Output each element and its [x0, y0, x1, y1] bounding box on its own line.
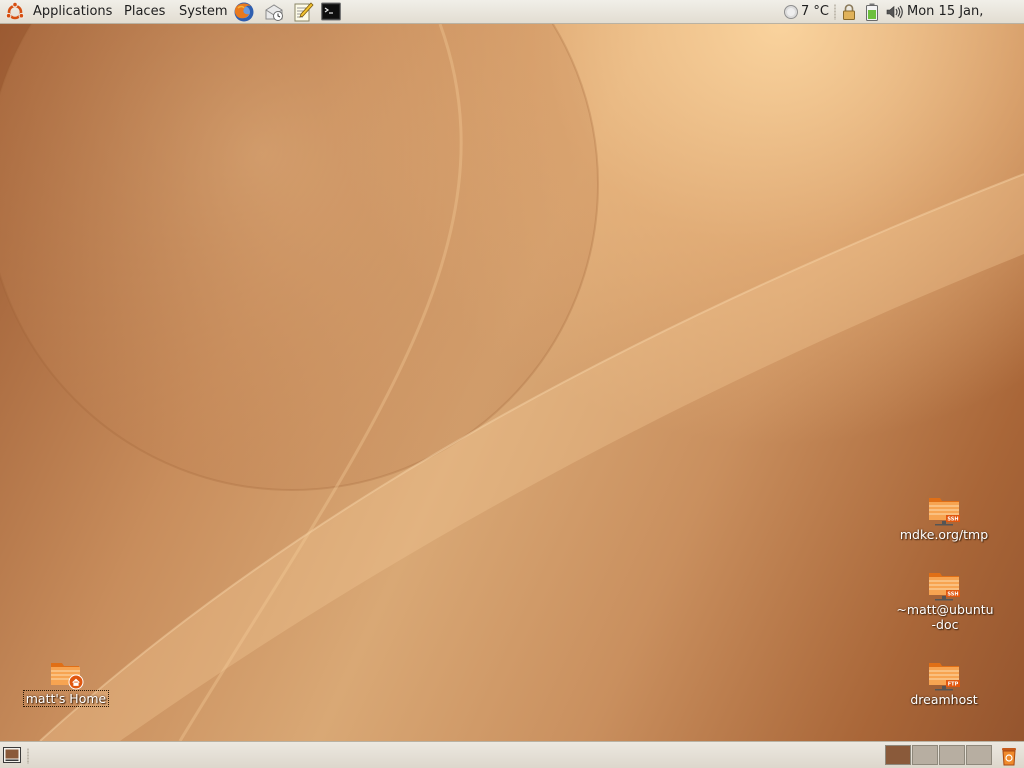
- desktop-icon-label: mdke.org/tmp: [899, 527, 989, 542]
- evolution-mail-icon[interactable]: [263, 1, 285, 23]
- desktop[interactable]: matt's Home SSH mdke.org/tmp SSH ~matt@u…: [0, 24, 1024, 741]
- terminal-icon[interactable]: [320, 1, 342, 23]
- firefox-icon[interactable]: [233, 1, 255, 23]
- network-folder-icon: FTP: [929, 663, 960, 691]
- lock-icon[interactable]: [840, 3, 858, 21]
- panel-separator: [27, 748, 29, 764]
- ssh-badge: SSH: [947, 592, 958, 598]
- ubuntu-logo-icon[interactable]: [5, 2, 25, 22]
- applications-menu[interactable]: Applications: [33, 0, 112, 24]
- wallpaper: [0, 24, 1024, 741]
- network-folder-icon: SSH: [929, 573, 960, 601]
- desktop-icon-ubuntu-doc[interactable]: SSH ~matt@ubuntu-doc: [893, 568, 995, 633]
- panel-separator: [834, 4, 836, 20]
- network-folder-icon: SSH: [929, 498, 960, 526]
- desktop-icon-label: matt's Home: [22, 690, 110, 707]
- desktop-icon-home[interactable]: matt's Home: [20, 658, 112, 707]
- show-desktop-icon[interactable]: [2, 745, 22, 765]
- workspace-4[interactable]: [966, 745, 992, 765]
- ssh-badge: SSH: [947, 517, 958, 523]
- clock[interactable]: Mon 15 Jan, 00:07: [907, 0, 1024, 43]
- desktop-icon-dreamhost[interactable]: FTP dreamhost: [893, 658, 995, 708]
- workspace-1[interactable]: [885, 745, 911, 765]
- top-panel: Applications Places System 7 °C Mon 15 J…: [0, 0, 1024, 43]
- ftp-badge: FTP: [948, 682, 959, 688]
- places-menu[interactable]: Places: [124, 0, 165, 24]
- system-menu[interactable]: System: [179, 0, 227, 24]
- desktop-icon-mdke[interactable]: SSH mdke.org/tmp: [893, 493, 995, 543]
- weather-icon[interactable]: [783, 4, 799, 20]
- volume-icon[interactable]: [885, 3, 903, 21]
- desktop-icon-label: dreamhost: [910, 692, 978, 707]
- workspace-2[interactable]: [912, 745, 938, 765]
- bottom-panel: [0, 741, 1024, 768]
- desktop-icon-label: ~matt@ubuntu-doc: [896, 602, 994, 632]
- trash-icon[interactable]: [998, 745, 1020, 767]
- workspace-3[interactable]: [939, 745, 965, 765]
- text-editor-icon[interactable]: [292, 1, 314, 23]
- home-folder-icon: [51, 663, 84, 690]
- battery-icon[interactable]: [863, 3, 881, 21]
- weather-temperature[interactable]: 7 °C: [801, 0, 829, 24]
